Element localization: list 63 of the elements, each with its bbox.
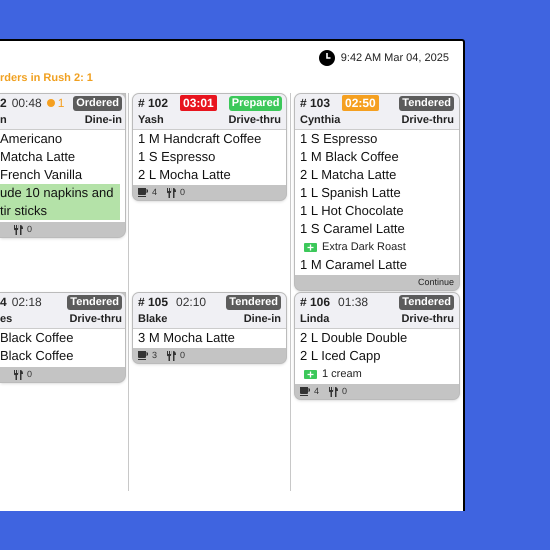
continue-button[interactable]: Continue xyxy=(418,276,454,289)
order-number: # 102 xyxy=(138,95,168,112)
order-item: 3 M Mocha Latte xyxy=(138,329,236,347)
clock-time: 9:42 AM Mar 04, 2025 xyxy=(340,50,449,66)
order-type: Drive-thru xyxy=(228,112,281,128)
item-count: 0 xyxy=(27,368,32,381)
alert-count: 1 xyxy=(58,95,64,112)
status-badge: Ordered xyxy=(73,96,122,110)
order-type: Dine-in xyxy=(244,312,281,327)
order-item: 2 L Mocha Latte xyxy=(138,166,232,184)
status-badge: Tendered xyxy=(67,294,122,310)
order-item: 1 S Espresso xyxy=(300,130,378,148)
modifier-text: 1 cream xyxy=(322,366,362,382)
order-item: 1 M Caramel Latte xyxy=(300,256,408,274)
modifier-text: Extra Dark Roast xyxy=(322,240,406,255)
order-number: # 103 xyxy=(300,95,330,112)
order-number: # 106 xyxy=(300,294,330,311)
customer-name: Linda xyxy=(300,312,330,327)
order-item: 2 L Matcha Latte xyxy=(300,166,398,184)
item-count: 3 xyxy=(152,348,158,362)
order-timer: 01:38 xyxy=(338,294,368,310)
customer-name: Cynthia xyxy=(300,112,340,128)
order-type: Dine-in xyxy=(84,112,122,128)
order-type: Drive-thru xyxy=(401,112,454,128)
item-count: 0 xyxy=(27,222,32,236)
order-timer: 02:10 xyxy=(176,294,206,310)
order-item: 1 S Caramel Latte xyxy=(300,220,406,238)
order-item: 1 S Espresso xyxy=(138,148,216,166)
order-type: Drive-thru xyxy=(401,312,454,327)
order-type: Drive-thru xyxy=(69,312,122,327)
order-number: # 105 xyxy=(138,294,168,311)
order-item: 1 M Handcraft Coffee xyxy=(138,130,262,148)
item-count: 4 xyxy=(152,186,158,199)
item-count: 0 xyxy=(180,348,186,362)
status-badge: Tendered xyxy=(399,294,454,310)
order-timer: 00:48 xyxy=(12,95,42,111)
order-item: 1 L Hot Chocolate xyxy=(300,202,405,220)
order-item: 1 L Spanish Latte xyxy=(300,184,402,202)
status-badge: Prepared xyxy=(228,96,282,110)
order-timer: 02:50 xyxy=(342,95,379,111)
item-count: 4 xyxy=(314,384,320,398)
order-item: 1 M Black Coffee xyxy=(300,148,400,166)
order-number: 4 xyxy=(0,294,7,311)
status-badge: Tendered xyxy=(399,96,454,110)
order-item: French Vanilla xyxy=(0,166,84,184)
order-item: Americano xyxy=(0,130,64,148)
order-item: Matcha Latte xyxy=(0,148,76,166)
order-item: Black Coffee xyxy=(0,329,74,347)
item-count: 0 xyxy=(342,384,348,398)
order-timer: 03:01 xyxy=(180,95,217,111)
rush-orders-count: rders in Rush 2: 1 xyxy=(0,70,93,86)
status-badge: Tendered xyxy=(226,294,281,310)
customer-name: es xyxy=(0,312,12,327)
order-note: ude 10 napkins and tir sticks xyxy=(0,184,120,220)
order-number: 2 xyxy=(0,95,7,112)
item-count: 0 xyxy=(180,186,186,199)
order-item: Black Coffee xyxy=(0,347,74,365)
customer-name: Yash xyxy=(138,112,164,128)
customer-name: Blake xyxy=(138,312,168,327)
order-item: 2 L Iced Capp xyxy=(300,347,382,365)
customer-name: n xyxy=(0,112,7,128)
order-item: 2 L Double Double xyxy=(300,329,408,347)
order-timer: 02:18 xyxy=(12,294,42,310)
